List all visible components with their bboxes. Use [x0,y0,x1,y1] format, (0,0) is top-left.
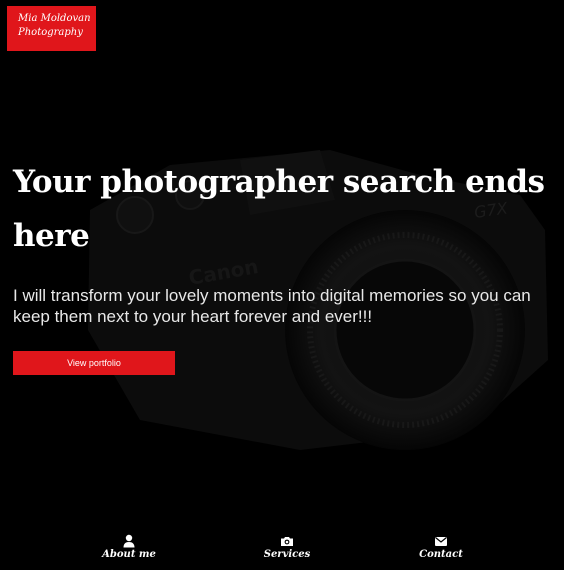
camera-icon [281,537,293,546]
hero-subtitle: I will transform your lovely moments int… [13,286,531,326]
page: G7X Canon Mia Moldovan Photography Your … [0,0,564,570]
nav-item-services[interactable]: Services [247,534,327,562]
brand-tagline: Photography [18,27,83,38]
bottom-nav: About me Services Contact [0,530,564,570]
envelope-icon [435,537,447,546]
nav-item-contact[interactable]: Contact [401,534,481,562]
view-portfolio-button[interactable]: View portfolio [13,351,175,375]
brand-name: Mia Moldovan [18,13,91,24]
nav-label-services: Services [263,549,311,560]
nav-item-about-me[interactable]: About me [89,534,169,562]
brand-logo[interactable]: Mia Moldovan Photography [7,6,96,51]
nav-label-contact: Contact [419,549,463,560]
nav-label-about-me: About me [102,549,156,560]
user-icon [123,534,135,548]
hero-headline: Your photographer search ends here [13,164,545,254]
